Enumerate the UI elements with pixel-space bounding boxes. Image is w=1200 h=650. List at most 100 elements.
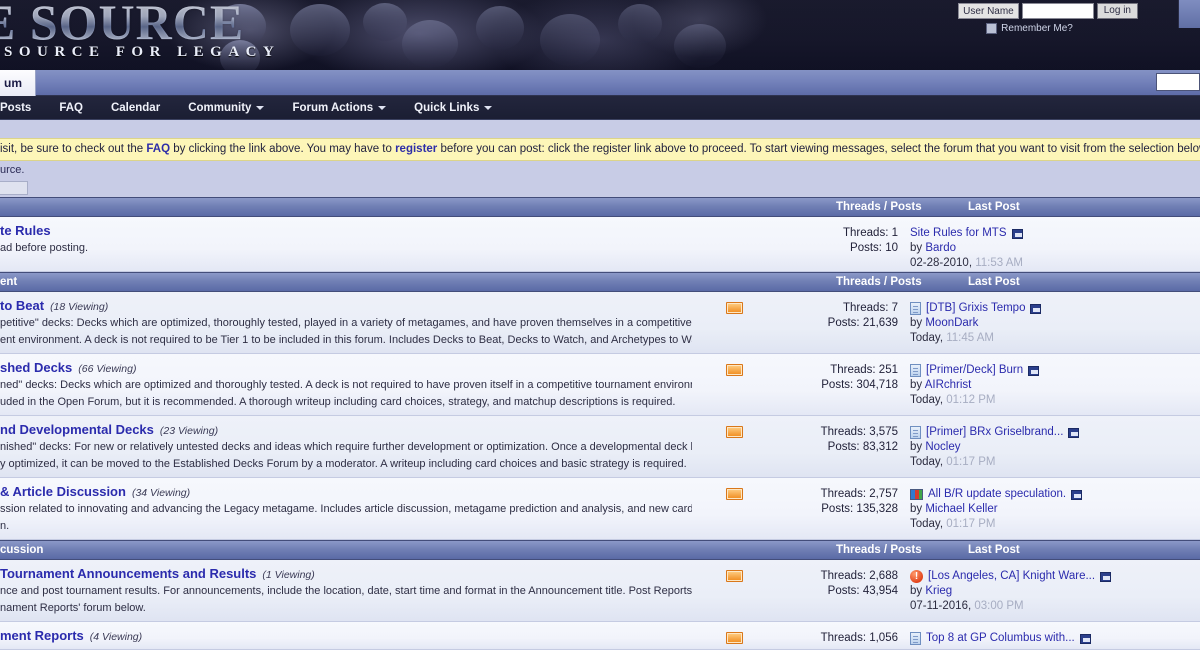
last-post-cell: [Primer] BRx Griselbrand... by Nocley Toda… [898,416,1200,477]
last-post-datetime-line: 02-28-2010, 11:53 AM [910,256,1200,271]
nav-item-posts[interactable]: Posts [0,102,45,114]
forum-jump-select[interactable] [0,181,28,195]
last-post-title-line: [DTB] Grixis Tempo [910,301,1200,316]
last-post-date: Today, [910,332,944,344]
site-logo[interactable]: E SOURCE SOURCE FOR LEGACY [0,0,280,61]
nav-item-label: Quick Links [414,101,480,114]
forum-title-line: ment Reports (4 Viewing) [0,628,692,643]
threads-posts-cell: Threads: 7 Posts: 21,639 [768,292,898,353]
last-post-title-link[interactable]: [Los Angeles, CA] Knight Ware... [928,569,1095,584]
subforum-folder-icon[interactable] [725,426,743,438]
go-to-last-post-icon[interactable] [1079,633,1091,644]
forum-viewing-count: (18 Viewing) [50,301,109,313]
go-to-last-post-icon[interactable] [1071,489,1083,500]
subforum-folder-icon[interactable] [725,488,743,500]
last-post-datetime-line: Today, 01:12 PM [910,393,1200,408]
nav-item-faq[interactable]: FAQ [45,102,97,114]
last-post-title-link[interactable]: [DTB] Grixis Tempo [926,301,1025,316]
forum-title-link[interactable]: shed Decks [0,360,72,375]
tab-bar: um [0,70,1200,96]
last-post-title-link[interactable]: Top 8 at GP Columbus with... [926,631,1075,646]
last-post-author-line: by Bardo [910,241,1200,256]
forum-title-link[interactable]: Tournament Announcements and Results [0,566,256,581]
go-to-last-post-icon[interactable] [1011,228,1023,239]
remember-me-label: Remember Me? [1001,23,1073,34]
last-post-title-link[interactable]: [Primer] BRx Griselbrand... [926,425,1063,440]
nav-item-forum-actions[interactable]: Forum Actions [278,102,400,114]
last-post-cell: Site Rules for MTS by Bardo 02-28-2010, 11… [898,217,1200,271]
forum-title-line: shed Decks (66 Viewing) [0,360,692,375]
last-post-author-line: by AIRchrist [910,378,1200,393]
last-post-author-link[interactable]: Bardo [925,242,956,254]
last-post-author-link[interactable]: AIRchrist [925,379,972,391]
go-to-last-post-icon[interactable] [1068,427,1080,438]
last-post-title-line: [Primer] BRx Griselbrand... [910,425,1200,440]
last-post-date: Today, [910,518,944,530]
thread-count: Threads: 3,575 [820,426,898,438]
forum-row[interactable]: shed Decks (66 Viewing) ned" decks: Decks … [0,354,1200,416]
login-form[interactable]: User Name Log in Remember Me? [958,3,1138,34]
header-right-button[interactable] [1178,0,1200,28]
forum-title-link[interactable]: & Article Discussion [0,484,126,499]
tab-forum[interactable]: um [0,70,36,96]
forum-viewing-count: (1 Viewing) [262,569,315,581]
last-post-date: Today, [910,456,944,468]
go-to-last-post-icon[interactable] [1030,303,1042,314]
site-header: E SOURCE SOURCE FOR LEGACY User Name Log… [0,0,1200,70]
last-post-author-link[interactable]: Nocley [925,441,960,453]
threads-posts-cell: Threads: 251 Posts: 304,718 [768,354,898,415]
last-post-title-link[interactable]: [Primer/Deck] Burn [926,363,1023,378]
post-count: Posts: 21,639 [827,317,898,329]
last-post-author-link[interactable]: MoonDark [925,317,978,329]
forum-title-link[interactable]: nd Developmental Decks [0,422,154,437]
go-to-last-post-icon[interactable] [1028,365,1040,376]
page-top-strip [0,120,1200,138]
go-to-last-post-icon[interactable] [1100,571,1112,582]
login-button[interactable]: Log in [1096,3,1138,19]
forum-row[interactable]: nd Developmental Decks (23 Viewing) nished… [0,416,1200,478]
faq-link[interactable]: FAQ [146,143,170,155]
remember-me-checkbox[interactable] [986,23,998,34]
forum-description: nament Reports' forum below. [0,602,146,614]
forum-title-link[interactable]: te Rules [0,223,51,238]
column-header-last-post: Last Post [968,544,1020,556]
last-post-title-link[interactable]: All B/R update speculation. [928,487,1066,502]
forum-row[interactable]: Tournament Announcements and Results (1 V… [0,560,1200,622]
last-post-title-line: [Los Angeles, CA] Knight Ware... [910,569,1200,584]
last-post-datetime-line: 07-11-2016, 03:00 PM [910,599,1200,614]
forum-row[interactable]: te Rules ad before posting. Threads: 1 Post… [0,217,1200,272]
forum-title-link[interactable]: to Beat [0,298,44,313]
username-input[interactable] [1021,3,1094,19]
forum-title-line: te Rules [0,223,692,238]
subforum-folder-icon[interactable] [725,632,743,644]
nav-item-label: Calendar [110,101,161,114]
forum-icon-cell [700,622,768,649]
thread-page-icon [910,364,921,377]
post-count: Posts: 10 [850,242,898,254]
forum-row[interactable]: to Beat (18 Viewing) petitive" decks: Deck… [0,292,1200,354]
forum-title-link[interactable]: ment Reports [0,628,84,643]
search-input[interactable] [1156,73,1200,91]
last-post-author-link[interactable]: Krieg [925,585,952,597]
last-post-title-link[interactable]: Site Rules for MTS [910,226,1007,241]
subforum-folder-icon[interactable] [725,302,743,314]
category-title[interactable]: ent [0,276,17,288]
forum-description: ad before posting. [0,242,89,254]
welcome-notice: isit, be sure to check out the FAQ by cl… [0,138,1200,161]
column-header-last-post: Last Post [968,201,1020,213]
nav-item-quick-links[interactable]: Quick Links [400,102,506,114]
subforum-folder-icon[interactable] [725,570,743,582]
forum-row[interactable]: ment Reports (4 Viewing) Threads: 1,056 Top… [0,622,1200,650]
tab-search-area[interactable] [1156,73,1200,91]
subforum-folder-icon[interactable] [725,364,743,376]
category-title[interactable]: cussion [0,544,43,556]
nav-item-calendar[interactable]: Calendar [97,102,174,114]
category-header: cussion Threads / Posts Last Post [0,540,1200,560]
last-post-author-link[interactable]: Michael Keller [925,503,997,515]
forum-row[interactable]: & Article Discussion (34 Viewing) ssion re… [0,478,1200,540]
forum-title-line: Tournament Announcements and Results (1 V… [0,566,692,581]
nav-item-community[interactable]: Community [174,102,278,114]
register-link[interactable]: register [395,143,437,155]
last-post-datetime-line: Today, 11:45 AM [910,331,1200,346]
nav-item-label: Forum Actions [292,101,374,114]
